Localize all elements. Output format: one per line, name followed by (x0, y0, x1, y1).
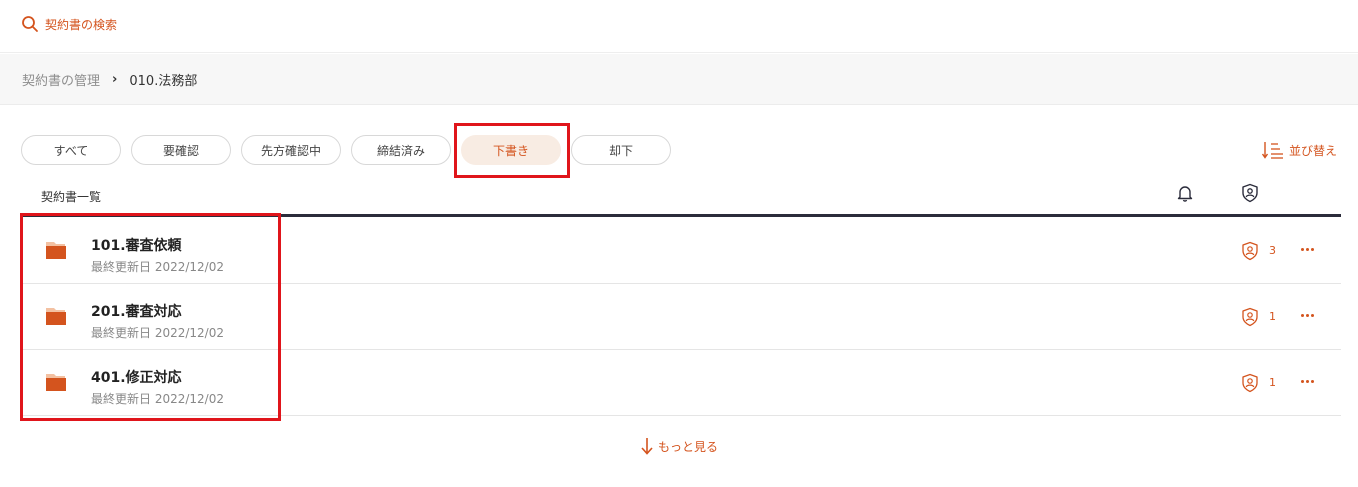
more-options-icon[interactable] (1298, 238, 1316, 260)
search-label: 契約書の検索 (45, 17, 118, 32)
member-count: 1 (1269, 310, 1276, 323)
list-item[interactable]: 201.審査対応 最終更新日 2022/12/02 1 (21, 284, 1341, 350)
search-icon (22, 16, 38, 32)
list-item[interactable]: 401.修正対応 最終更新日 2022/12/02 1 (21, 350, 1341, 416)
search-bar: 契約書の検索 (0, 0, 1358, 53)
list-item[interactable]: 101.審査依頼 最終更新日 2022/12/02 3 (21, 218, 1341, 284)
member-count: 3 (1269, 244, 1276, 257)
breadcrumb-separator: › (112, 71, 118, 87)
filter-all[interactable]: すべて (21, 135, 121, 165)
filter-rejected[interactable]: 却下 (571, 135, 671, 165)
list-title: 契約書一覧 (41, 190, 102, 204)
breadcrumb-root[interactable]: 契約書の管理 (22, 70, 100, 89)
member-count: 1 (1269, 376, 1276, 389)
filter-draft[interactable]: 下書き (461, 135, 561, 165)
more-options-icon[interactable] (1298, 370, 1316, 392)
show-more-button[interactable]: もっと見る (640, 436, 718, 456)
breadcrumb: 契約書の管理 › 010.法務部 (0, 54, 1358, 105)
folder-name: 101.審査依頼 (91, 238, 182, 254)
sort-icon (1262, 142, 1283, 159)
shield-user-icon (1242, 241, 1258, 261)
folder-name: 201.審査対応 (91, 304, 182, 320)
bell-icon (1177, 186, 1193, 202)
shield-user-icon (1242, 373, 1258, 393)
search-link[interactable]: 契約書の検索 (21, 15, 117, 33)
shield-user-icon (1242, 183, 1258, 203)
sort-button[interactable]: 並び替え (1262, 140, 1337, 160)
filter-signed[interactable]: 締結済み (351, 135, 451, 165)
filter-awaiting-counterparty[interactable]: 先方確認中 (241, 135, 341, 165)
folder-icon (46, 374, 66, 391)
shield-user-icon (1242, 307, 1258, 327)
last-updated: 最終更新日 2022/12/02 (91, 326, 224, 340)
sort-label: 並び替え (1289, 143, 1338, 158)
status-filter-tabs: すべて 要確認 先方確認中 締結済み 下書き 却下 (21, 135, 671, 165)
list-header: 契約書一覧 (21, 180, 1341, 217)
show-more-label: もっと見る (658, 439, 719, 454)
last-updated: 最終更新日 2022/12/02 (91, 260, 224, 274)
filter-needs-review[interactable]: 要確認 (131, 135, 231, 165)
folder-icon (46, 308, 66, 325)
folder-name: 401.修正対応 (91, 370, 182, 386)
arrow-down-icon (641, 438, 653, 455)
last-updated: 最終更新日 2022/12/02 (91, 392, 224, 406)
more-options-icon[interactable] (1298, 304, 1316, 326)
folder-icon (46, 242, 66, 259)
breadcrumb-current: 010.法務部 (129, 73, 198, 89)
